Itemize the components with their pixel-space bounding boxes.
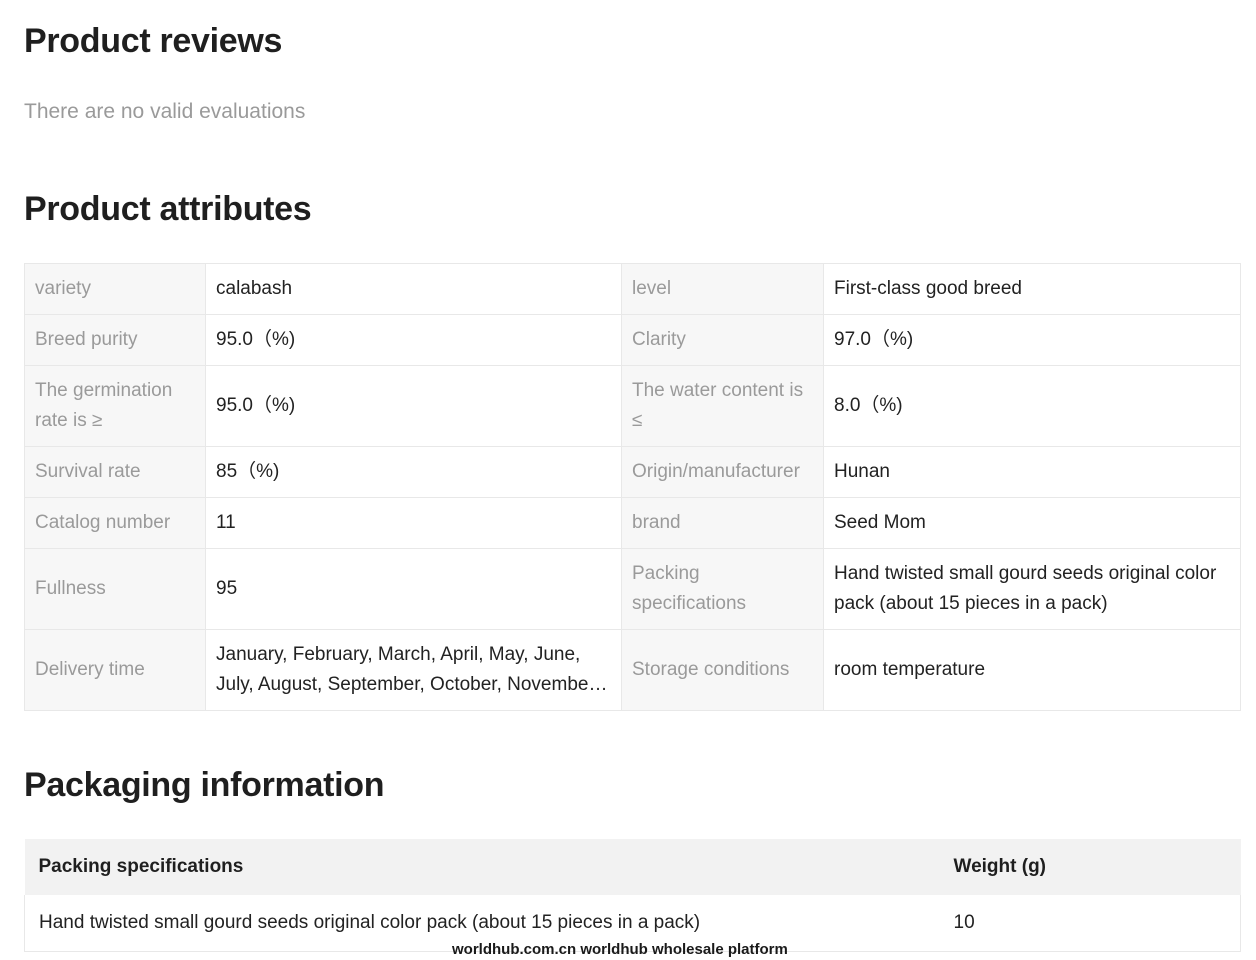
attribute-value: 11 bbox=[205, 497, 622, 549]
attribute-row: Survival rate 85（%) Origin/manufacturer … bbox=[24, 446, 1241, 498]
attribute-value: Seed Mom bbox=[823, 497, 1241, 549]
packaging-table: Packing specifications Weight (g) Hand t… bbox=[24, 839, 1241, 952]
attribute-value: January, February, March, April, May, Ju… bbox=[216, 644, 600, 695]
attribute-value: 8.0（%) bbox=[823, 365, 1241, 447]
attribute-key: The germination rate is ≥ bbox=[24, 365, 206, 447]
attribute-value: calabash bbox=[205, 263, 622, 315]
attribute-key: level bbox=[621, 263, 824, 315]
attribute-value-cell: January, February, March, April, May, Ju… bbox=[205, 629, 622, 711]
attribute-value: 95.0（%) bbox=[205, 314, 622, 366]
attribute-key: variety bbox=[24, 263, 206, 315]
attribute-key: Catalog number bbox=[24, 497, 206, 549]
attribute-key: Packing specifications bbox=[621, 548, 824, 630]
attribute-value: 97.0（%) bbox=[823, 314, 1241, 366]
watermark: worldhub.com.cn worldhub wholesale platf… bbox=[452, 941, 788, 958]
attributes-table: variety calabash level First-class good … bbox=[24, 263, 1241, 711]
reviews-empty-message: There are no valid evaluations bbox=[24, 100, 306, 123]
weight-cell: 10 bbox=[939, 895, 1241, 952]
attribute-key: Delivery time bbox=[24, 629, 206, 711]
attribute-key: Breed purity bbox=[24, 314, 206, 366]
attribute-row: Fullness 95 Packing specifications Hand … bbox=[24, 548, 1241, 630]
reviews-title: Product reviews bbox=[24, 22, 283, 60]
attribute-value: 95 bbox=[205, 548, 622, 630]
attribute-row: variety calabash level First-class good … bbox=[24, 263, 1241, 315]
attribute-row: Breed purity 95.0（%) Clarity 97.0（%) bbox=[24, 314, 1241, 366]
attribute-row: Delivery time January, February, March, … bbox=[24, 629, 1241, 711]
attribute-key: The water content is ≤ bbox=[621, 365, 824, 447]
packaging-header-row: Packing specifications Weight (g) bbox=[24, 839, 1241, 895]
attribute-key: Survival rate bbox=[24, 446, 206, 498]
attributes-title: Product attributes bbox=[24, 190, 312, 228]
attribute-value: First-class good breed bbox=[823, 263, 1241, 315]
attribute-key: Clarity bbox=[621, 314, 824, 366]
attribute-key: brand bbox=[621, 497, 824, 549]
attribute-value: 85（%) bbox=[205, 446, 622, 498]
attribute-key: Storage conditions bbox=[621, 629, 824, 711]
attribute-key: Fullness bbox=[24, 548, 206, 630]
attribute-value: 95.0（%) bbox=[205, 365, 622, 447]
attribute-value: room temperature bbox=[823, 629, 1241, 711]
attribute-key: Origin/manufacturer bbox=[621, 446, 824, 498]
attribute-row: The germination rate is ≥ 95.0（%) The wa… bbox=[24, 365, 1241, 447]
packaging-title: Packaging information bbox=[24, 766, 385, 804]
column-header-weight: Weight (g) bbox=[939, 839, 1241, 895]
attribute-value: Hand twisted small gourd seeds original … bbox=[823, 548, 1241, 630]
column-header-packing-specifications: Packing specifications bbox=[24, 839, 940, 895]
attribute-value: Hunan bbox=[823, 446, 1241, 498]
attribute-row: Catalog number 11 brand Seed Mom bbox=[24, 497, 1241, 549]
